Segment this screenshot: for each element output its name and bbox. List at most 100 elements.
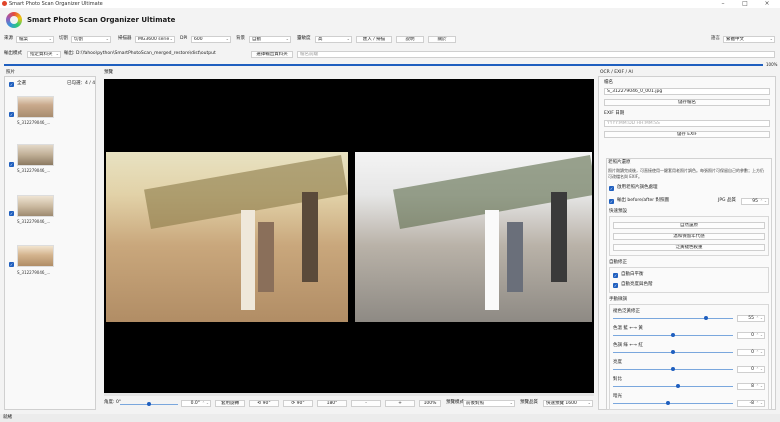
save-filename-button[interactable]: 儲存檔名 [604, 99, 770, 106]
preview-mode-select[interactable]: 前後對照 [463, 400, 515, 407]
app-title: Smart Photo Scan Organizer Ultimate [27, 16, 176, 24]
photo-name-3: S_312279046_... [17, 219, 51, 224]
progress-text: 100% [766, 62, 778, 67]
rotate-ccw-button[interactable]: ⟲ 90° [249, 400, 279, 407]
slider-spinbox-3[interactable]: 0 [737, 349, 765, 356]
angle-label: 角度: 0° [104, 400, 122, 405]
preset-warm-button[interactable]: 溫和保留年代感 [613, 233, 765, 240]
slider-knob-4[interactable] [671, 367, 675, 371]
save-exif-button[interactable]: 儲存 EXIF [604, 131, 770, 138]
auto-fix-box [609, 267, 769, 293]
scanner-select[interactable]: MG3600 serie [135, 36, 175, 43]
auto-fix-title: 自動修正 [609, 260, 627, 265]
angle-spinbox[interactable]: 0.0° [181, 400, 211, 407]
choose-output-folder-button[interactable]: 選擇輸出資料夾 [251, 51, 293, 58]
dpi-select[interactable]: 600 [191, 36, 231, 43]
before-after-checkbox[interactable]: ✓ [609, 199, 614, 204]
slider-label-4: 亮度 [613, 360, 622, 365]
status-bar: 就緒 [0, 414, 780, 422]
preview-scrollbar[interactable] [104, 393, 594, 396]
preset-natural-button[interactable]: 自然還原 [613, 222, 765, 229]
rotate-180-button[interactable]: 180° [317, 400, 347, 407]
title-bar: Smart Photo Scan Organizer Ultimate – □ … [0, 0, 780, 8]
presets-title: 快速預設 [609, 209, 627, 214]
close-button[interactable]: × [756, 0, 778, 8]
about-button[interactable]: 關於 [428, 36, 456, 43]
zoom-reset-button[interactable]: 100% [419, 400, 441, 407]
auto-white-balance-checkbox[interactable]: ✓ [613, 273, 618, 278]
slider-label-1: 褪色泛黃修正 [613, 309, 640, 314]
zoom-in-button[interactable]: + [385, 400, 415, 407]
slider-knob-3[interactable] [671, 350, 675, 354]
photo-thumbnail-3[interactable] [17, 195, 54, 217]
slider-track-5[interactable] [613, 386, 733, 387]
apply-rotate-button[interactable]: 套用旋轉 [215, 400, 245, 407]
minimize-button[interactable]: – [712, 0, 734, 8]
slider-knob-2[interactable] [671, 333, 675, 337]
app-logo-inner [10, 16, 18, 24]
photo-checkbox-1[interactable]: ✓ [9, 112, 14, 117]
slider-label-2: 色溫 藍 ←→ 黃 [613, 326, 643, 331]
photos-panel [4, 76, 96, 410]
sensitivity-select[interactable]: 高 [315, 36, 352, 43]
slider-label-5: 對比 [613, 377, 622, 382]
filename-prefix-input[interactable]: 檔名前綴 [297, 51, 775, 58]
output-path: 輸出: D:\Yahoo\python\SmartPhotoScan_merge… [64, 51, 216, 56]
slider-label-3: 色調 綠 ←→ 紅 [613, 343, 643, 348]
dpi-label: DPI [180, 36, 188, 41]
rotate-cw-button[interactable]: ⟳ 90° [283, 400, 313, 407]
preview-after-image [355, 152, 592, 322]
preview-panel-label: 預覽 [104, 70, 113, 75]
preview-quality-select[interactable]: 快速預覽 1600 [543, 400, 593, 407]
photo-checkbox-3[interactable]: ✓ [9, 211, 14, 216]
photo-thumbnail-4[interactable] [17, 245, 54, 267]
slider-spinbox-4[interactable]: 0 [737, 366, 765, 373]
jpg-quality-spinbox[interactable]: 95 [741, 198, 769, 205]
help-button[interactable]: 說明 [396, 36, 424, 43]
auto-exposure-label: 自動亮度與色階 [621, 282, 653, 287]
slider-knob-5[interactable] [675, 384, 680, 388]
output-mode-label: 輸出模式 [4, 51, 22, 56]
language-select[interactable]: 繁體中文 [723, 36, 775, 43]
progress-fill [4, 64, 763, 66]
slider-track-6[interactable] [613, 403, 733, 404]
preset-heavy-fade-button[interactable]: 泛黃褪色較重 [613, 244, 765, 251]
auto-exposure-checkbox[interactable]: ✓ [613, 283, 618, 288]
slider-label-6: 暗光 [613, 394, 622, 399]
filename-input[interactable]: S_312279046_0_001.jpg [604, 88, 770, 95]
selected-count: 已勾選：4 / 4 [67, 81, 96, 86]
app-small-icon [2, 1, 7, 6]
exif-date-label: EXIF 日期 [604, 111, 625, 116]
photo-thumbnail-2[interactable] [17, 144, 54, 166]
source-select[interactable]: 檔案 [16, 36, 54, 43]
source-label: 來源 [4, 36, 13, 41]
photo-name-2: S_312279046_... [17, 168, 51, 173]
slider-spinbox-1[interactable]: 55 [737, 315, 765, 322]
bg-select[interactable]: 自動 [249, 36, 291, 43]
jpg-quality-label: JPG 品質 [718, 198, 736, 203]
select-all-checkbox[interactable]: ✓ [9, 82, 14, 87]
language-label: 語言 [711, 36, 720, 41]
exif-date-input[interactable]: YYYY:MM:DD HH:MM:SS [604, 120, 770, 127]
crop-select[interactable]: 切割 [71, 36, 111, 43]
enable-restore-label: 啟用老照片調色處理 [617, 185, 658, 190]
auto-white-balance-label: 自動白平衡 [621, 272, 644, 277]
bg-label: 背景 [236, 36, 245, 41]
before-after-label: 輸出 before/after 對照圖 [617, 198, 670, 203]
slider-knob-1[interactable] [704, 316, 708, 320]
photo-name-1: S_312279046_... [17, 120, 51, 125]
maximize-button[interactable]: □ [734, 0, 756, 8]
zoom-out-button[interactable]: - [351, 400, 381, 407]
photo-thumbnail-1[interactable] [17, 96, 54, 118]
enable-restore-checkbox[interactable]: ✓ [609, 186, 614, 191]
slider-track-1[interactable] [613, 318, 733, 319]
output-mode-select[interactable]: 指定資料夾 [27, 51, 61, 58]
photo-checkbox-4[interactable]: ✓ [9, 262, 14, 267]
photo-checkbox-2[interactable]: ✓ [9, 162, 14, 167]
slider-spinbox-5[interactable]: 8 [737, 383, 765, 390]
slider-spinbox-2[interactable]: 0 [737, 332, 765, 339]
angle-slider-knob[interactable] [147, 402, 151, 406]
slider-spinbox-6[interactable]: -8 [737, 400, 765, 407]
sensitivity-label: 靈敏度 [297, 36, 311, 41]
import-scan-button[interactable]: 匯入 / 掃描 [356, 36, 392, 43]
